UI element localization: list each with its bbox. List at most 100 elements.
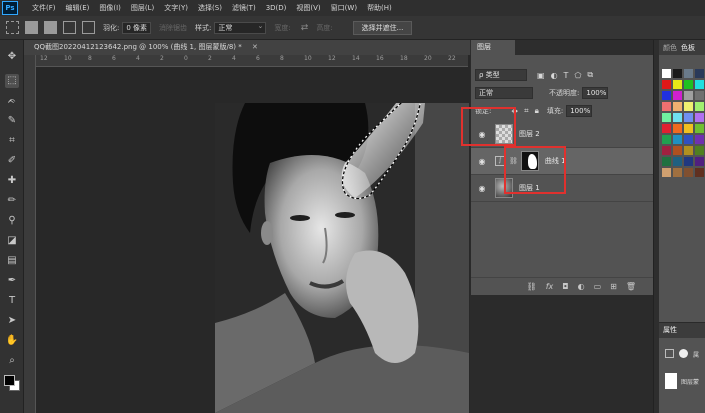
color-swatch[interactable] — [662, 69, 671, 78]
fill-input[interactable]: 100% — [566, 105, 593, 117]
trash-icon[interactable]: 🗑︎ — [626, 282, 636, 291]
color-swatch[interactable] — [684, 168, 693, 177]
color-swatch[interactable] — [695, 124, 704, 133]
color-swatch[interactable] — [662, 146, 671, 155]
color-swatch[interactable] — [684, 157, 693, 166]
select-and-mask-button[interactable]: 选择并遮住... — [352, 20, 413, 35]
color-swatch[interactable] — [673, 124, 682, 133]
tab-color[interactable]: 颜色 — [663, 43, 677, 53]
close-tab-icon[interactable]: ✕ — [252, 43, 258, 51]
menu-select[interactable]: 选择(S) — [198, 3, 222, 13]
hand-icon[interactable]: ✋ — [5, 334, 19, 348]
menu-window[interactable]: 窗口(W) — [331, 3, 357, 13]
color-swatch[interactable] — [684, 80, 693, 89]
color-swatch[interactable] — [662, 157, 671, 166]
color-swatch[interactable] — [684, 69, 693, 78]
mask-icon[interactable]: ◘ — [562, 282, 568, 291]
brush-icon[interactable]: ✏ — [5, 194, 19, 208]
color-swatch[interactable] — [695, 69, 704, 78]
color-swatch[interactable] — [673, 91, 682, 100]
visibility-eye-icon[interactable]: ◉ — [475, 157, 489, 166]
curves-properties-icon[interactable] — [665, 349, 674, 358]
color-swatch[interactable] — [695, 80, 704, 89]
foreground-color-swatch[interactable] — [4, 375, 15, 386]
color-swatch[interactable] — [684, 102, 693, 111]
adjustment-icon[interactable]: ◐ — [578, 282, 585, 291]
adjustment-filter-icon[interactable]: ◐ — [551, 71, 558, 80]
color-swatch[interactable] — [684, 113, 693, 122]
type-filter-icon[interactable]: T — [564, 71, 569, 80]
color-swatch[interactable] — [673, 157, 682, 166]
gradient-icon[interactable]: ▤ — [5, 254, 19, 268]
tab-swatches[interactable]: 色板 — [681, 43, 695, 53]
color-swatch[interactable] — [673, 146, 682, 155]
layers-tab[interactable]: 图层 — [471, 40, 515, 55]
menu-type[interactable]: 文字(Y) — [164, 3, 188, 13]
marquee-tool-icon[interactable] — [6, 21, 19, 34]
color-swatch[interactable] — [662, 102, 671, 111]
color-swatch[interactable] — [673, 113, 682, 122]
crop-icon[interactable]: ⌗ — [5, 134, 19, 148]
color-swatch[interactable] — [662, 124, 671, 133]
lock-artboard-icon[interactable]: ⌗ — [524, 106, 529, 116]
color-swatch[interactable] — [695, 102, 704, 111]
shape-filter-icon[interactable]: ⬠ — [574, 71, 581, 80]
color-swatch[interactable] — [684, 146, 693, 155]
document-tab[interactable]: QQ截图20220412123642.png @ 100% (曲线 1, 图层蒙… — [24, 40, 470, 55]
color-swatch[interactable] — [695, 146, 704, 155]
menu-help[interactable]: 帮助(H) — [367, 3, 392, 13]
pixel-filter-icon[interactable]: ▣ — [537, 71, 545, 80]
link-icon[interactable]: ⛓ — [527, 282, 537, 291]
new-layer-icon[interactable]: ⊞ — [610, 282, 617, 291]
color-swatch[interactable] — [673, 102, 682, 111]
color-swatch[interactable] — [662, 135, 671, 144]
pen-icon[interactable]: ✒ — [5, 274, 19, 288]
color-swatch[interactable] — [673, 168, 682, 177]
antialias-checkbox[interactable]: 消除锯齿 — [159, 23, 187, 33]
path-select-icon[interactable]: ➤ — [5, 314, 19, 328]
eyedropper-icon[interactable]: ✐ — [5, 154, 19, 168]
swap-icon[interactable]: ⇄ — [301, 23, 309, 33]
color-swatch[interactable] — [662, 80, 671, 89]
canvas-area[interactable] — [37, 67, 469, 413]
color-swatch[interactable] — [673, 135, 682, 144]
lock-all-icon[interactable]: 🔒︎ — [535, 106, 539, 116]
blend-mode-select[interactable]: 正常 — [475, 87, 533, 99]
group-icon[interactable]: ▭ — [594, 282, 602, 291]
color-swatch[interactable] — [673, 80, 682, 89]
lasso-icon[interactable]: ᨃ — [5, 94, 19, 108]
visibility-eye-icon[interactable]: ◉ — [475, 184, 489, 193]
eraser-icon[interactable]: ◪ — [5, 234, 19, 248]
move-tool-icon[interactable]: ✥ — [5, 50, 19, 64]
new-selection-icon[interactable] — [25, 21, 38, 34]
menu-edit[interactable]: 编辑(E) — [66, 3, 90, 13]
menu-file[interactable]: 文件(F) — [32, 3, 56, 13]
properties-tab[interactable]: 属性 — [659, 323, 705, 338]
color-swatch[interactable] — [662, 113, 671, 122]
color-swatch[interactable] — [673, 69, 682, 78]
healing-brush-icon[interactable]: ✚ — [5, 174, 19, 188]
menu-3d[interactable]: 3D(D) — [266, 4, 287, 12]
add-selection-icon[interactable] — [44, 21, 57, 34]
color-swatch[interactable] — [662, 91, 671, 100]
color-swatch[interactable] — [695, 157, 704, 166]
menu-filter[interactable]: 滤镜(T) — [232, 3, 256, 13]
rectangular-marquee-icon[interactable]: ⬚ — [5, 74, 19, 88]
intersect-selection-icon[interactable] — [82, 21, 95, 34]
menu-view[interactable]: 视图(V) — [296, 3, 320, 13]
color-swatch[interactable] — [684, 124, 693, 133]
smart-object-filter-icon[interactable]: ⧉ — [587, 70, 593, 80]
mask-properties-icon[interactable] — [679, 349, 688, 358]
menu-image[interactable]: 图像(I) — [99, 3, 121, 13]
color-swatch[interactable] — [684, 135, 693, 144]
subtract-selection-icon[interactable] — [63, 21, 76, 34]
color-swatch[interactable] — [684, 91, 693, 100]
quick-select-icon[interactable]: ✎ — [5, 114, 19, 128]
zoom-icon[interactable]: ⌕ — [5, 354, 19, 368]
color-swatch[interactable] — [695, 91, 704, 100]
menu-layer[interactable]: 图层(L) — [131, 3, 154, 13]
feather-input[interactable]: 0 像素 — [122, 21, 152, 34]
layer-kind-filter[interactable]: ρ 类型 — [475, 69, 527, 81]
color-swatch[interactable] — [695, 168, 704, 177]
color-swatch[interactable] — [695, 113, 704, 122]
